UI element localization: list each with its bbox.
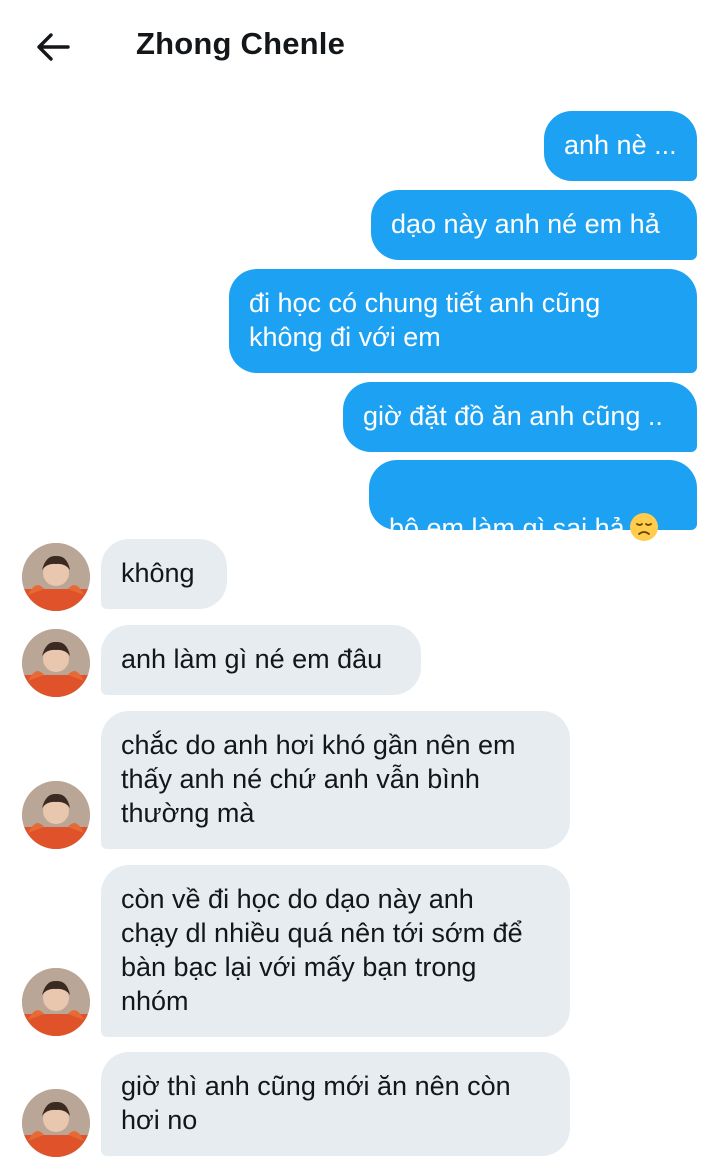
disappointed-face-icon [629, 513, 658, 541]
message-text: bộ em làm gì sai hả [389, 513, 625, 543]
sent-message[interactable]: đi học có chung tiết anh cũng không đi v… [229, 269, 697, 373]
avatar-image [22, 629, 90, 697]
avatar-image [22, 781, 90, 849]
avatar-image [22, 1089, 90, 1157]
sent-message[interactable]: giờ đặt đồ ăn anh cũng .. [343, 382, 697, 452]
message-list: anh nè ... dạo này anh né em hả đi học c… [0, 0, 720, 1165]
avatar[interactable] [22, 1089, 90, 1157]
received-message[interactable]: còn về đi học do dạo này anh chạy dl nhi… [101, 865, 570, 1037]
avatar[interactable] [22, 781, 90, 849]
received-message[interactable]: không [101, 539, 227, 609]
avatar-image [22, 543, 90, 611]
avatar[interactable] [22, 968, 90, 1036]
sent-message[interactable]: anh nè ... [544, 111, 697, 181]
avatar[interactable] [22, 543, 90, 611]
received-message[interactable]: giờ thì anh cũng mới ăn nên còn hơi no [101, 1052, 570, 1156]
avatar[interactable] [22, 629, 90, 697]
sent-message[interactable]: dạo này anh né em hả [371, 190, 697, 260]
avatar-image [22, 968, 90, 1036]
received-message[interactable]: anh làm gì né em đâu [101, 625, 421, 695]
received-message[interactable]: chắc do anh hơi khó gần nên em thấy anh … [101, 711, 570, 849]
sent-message[interactable]: bộ em làm gì sai hả [369, 460, 697, 543]
